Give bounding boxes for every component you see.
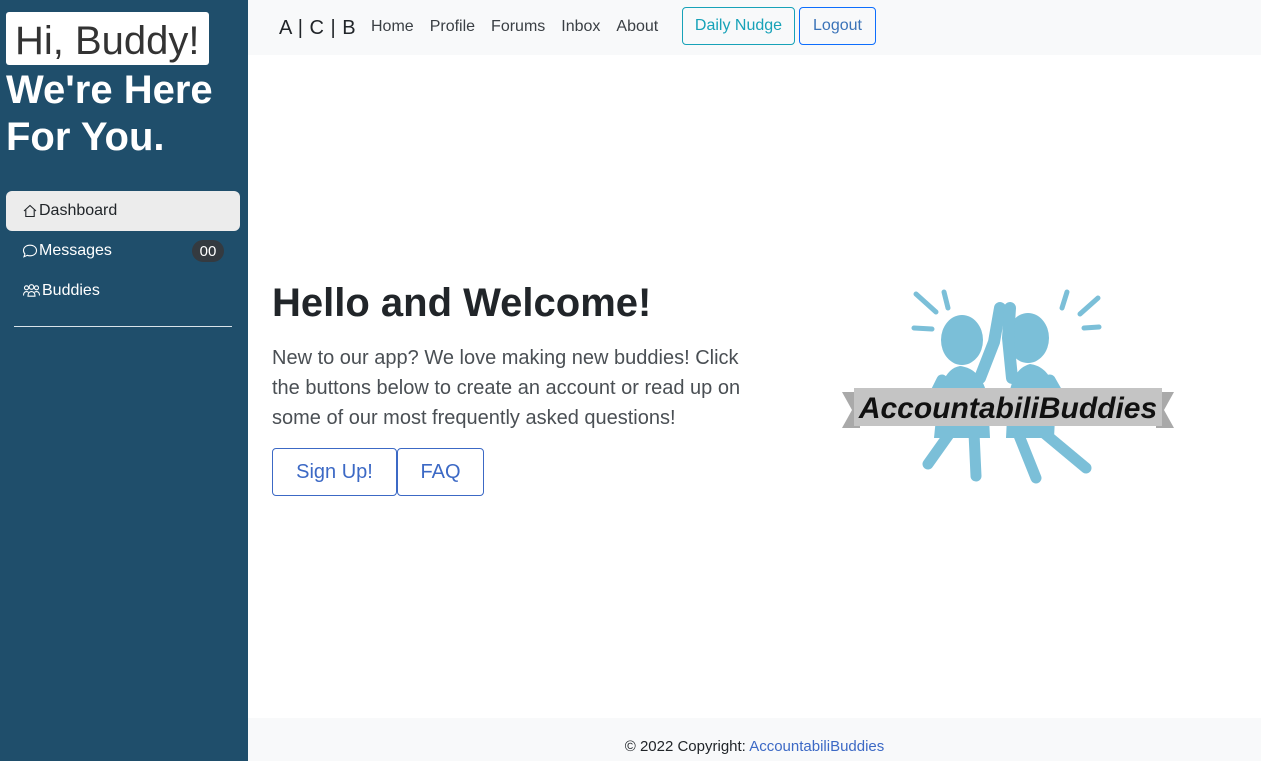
- page-title: Hello and Welcome!: [272, 281, 652, 325]
- nav-link-home[interactable]: Home: [371, 18, 414, 36]
- top-navbar: A | C | B Home Profile Forums Inbox Abou…: [248, 0, 1261, 55]
- logo-wordmark: AccountabiliBuddies: [858, 392, 1157, 425]
- footer-copyright: © 2022 Copyright: AccountabiliBuddies: [248, 738, 1261, 755]
- nav-link-inbox[interactable]: Inbox: [561, 18, 600, 36]
- sign-up-button[interactable]: Sign Up!: [272, 448, 397, 496]
- sidebar-item-dashboard[interactable]: Dashboard: [6, 191, 240, 231]
- footer-brand-link[interactable]: AccountabiliBuddies: [749, 738, 884, 755]
- greeting-text: Hi, Buddy!: [15, 19, 200, 63]
- sidebar-item-label: Dashboard: [39, 202, 118, 219]
- accountabilibuddies-logo: AccountabiliBuddies: [842, 289, 1174, 484]
- nav-links: Home Profile Forums Inbox About: [371, 18, 658, 36]
- nav-link-about[interactable]: About: [616, 18, 658, 36]
- sidebar-item-buddies[interactable]: Buddies: [6, 271, 240, 311]
- sidebar-item-label: Buddies: [42, 282, 100, 299]
- logout-button[interactable]: Logout: [799, 7, 876, 45]
- people-icon: [22, 284, 41, 297]
- sidebar-item-messages[interactable]: Messages 00: [6, 231, 240, 271]
- chat-icon: [22, 244, 38, 258]
- copyright-text: © 2022 Copyright:: [624, 738, 750, 755]
- messages-count-badge: 00: [192, 240, 224, 262]
- sidebar-item-label: Messages: [39, 242, 112, 259]
- footer: © 2022 Copyright: AccountabiliBuddies: [248, 718, 1261, 761]
- home-icon: [23, 204, 37, 218]
- sidebar: Hi, Buddy! We're Here For You. Dashboard…: [0, 0, 248, 761]
- sidebar-divider: [14, 326, 232, 327]
- tagline: We're Here For You.: [6, 68, 213, 159]
- welcome-text: New to our app? We love making new buddi…: [272, 347, 741, 429]
- daily-nudge-button[interactable]: Daily Nudge: [682, 7, 795, 45]
- faq-button[interactable]: FAQ: [397, 448, 484, 496]
- nav-link-forums[interactable]: Forums: [491, 18, 545, 36]
- brand-logo[interactable]: A | C | B: [279, 17, 356, 40]
- greeting-box: Hi, Buddy!: [6, 12, 209, 65]
- nav-link-profile[interactable]: Profile: [430, 18, 475, 36]
